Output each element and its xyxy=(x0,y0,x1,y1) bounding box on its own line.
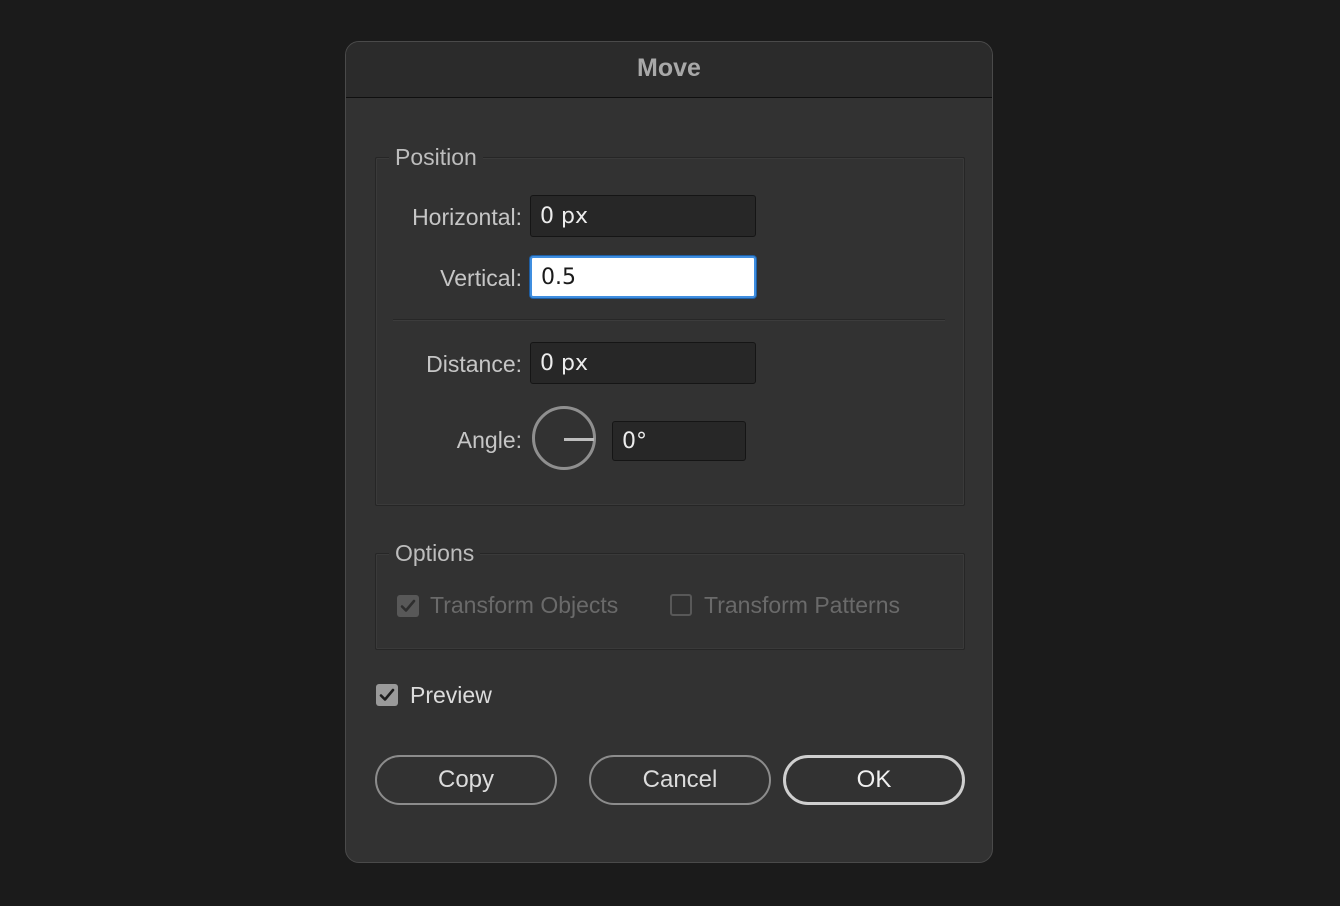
checkmark-icon xyxy=(400,599,416,612)
angle-dial-hand xyxy=(564,438,594,441)
preview-checkbox[interactable] xyxy=(376,684,398,706)
vertical-label: Vertical: xyxy=(440,265,522,291)
vertical-input[interactable] xyxy=(530,256,756,298)
angle-input[interactable] xyxy=(612,421,746,461)
transform-objects-checkbox[interactable] xyxy=(397,595,419,617)
dialog-title: Move xyxy=(637,54,701,82)
transform-objects-label: Transform Objects xyxy=(430,592,619,618)
horizontal-input[interactable] xyxy=(530,195,756,237)
checkmark-icon xyxy=(379,688,395,701)
angle-dial-icon[interactable] xyxy=(532,406,596,470)
position-divider xyxy=(393,319,945,321)
copy-button[interactable]: Copy xyxy=(375,755,557,805)
cancel-button[interactable]: Cancel xyxy=(589,755,771,805)
preview-label: Preview xyxy=(410,682,492,708)
horizontal-label: Horizontal: xyxy=(412,204,522,230)
transform-patterns-checkbox[interactable] xyxy=(670,594,692,616)
move-dialog: Move Position Horizontal: Vertical: Dist… xyxy=(345,41,993,863)
distance-label: Distance: xyxy=(426,351,522,377)
position-legend: Position xyxy=(389,144,483,171)
dialog-titlebar[interactable]: Move xyxy=(346,42,992,98)
transform-patterns-label: Transform Patterns xyxy=(704,592,900,618)
ok-button[interactable]: OK xyxy=(783,755,965,805)
distance-input[interactable] xyxy=(530,342,756,384)
angle-label: Angle: xyxy=(456,427,522,453)
options-legend: Options xyxy=(389,540,481,567)
